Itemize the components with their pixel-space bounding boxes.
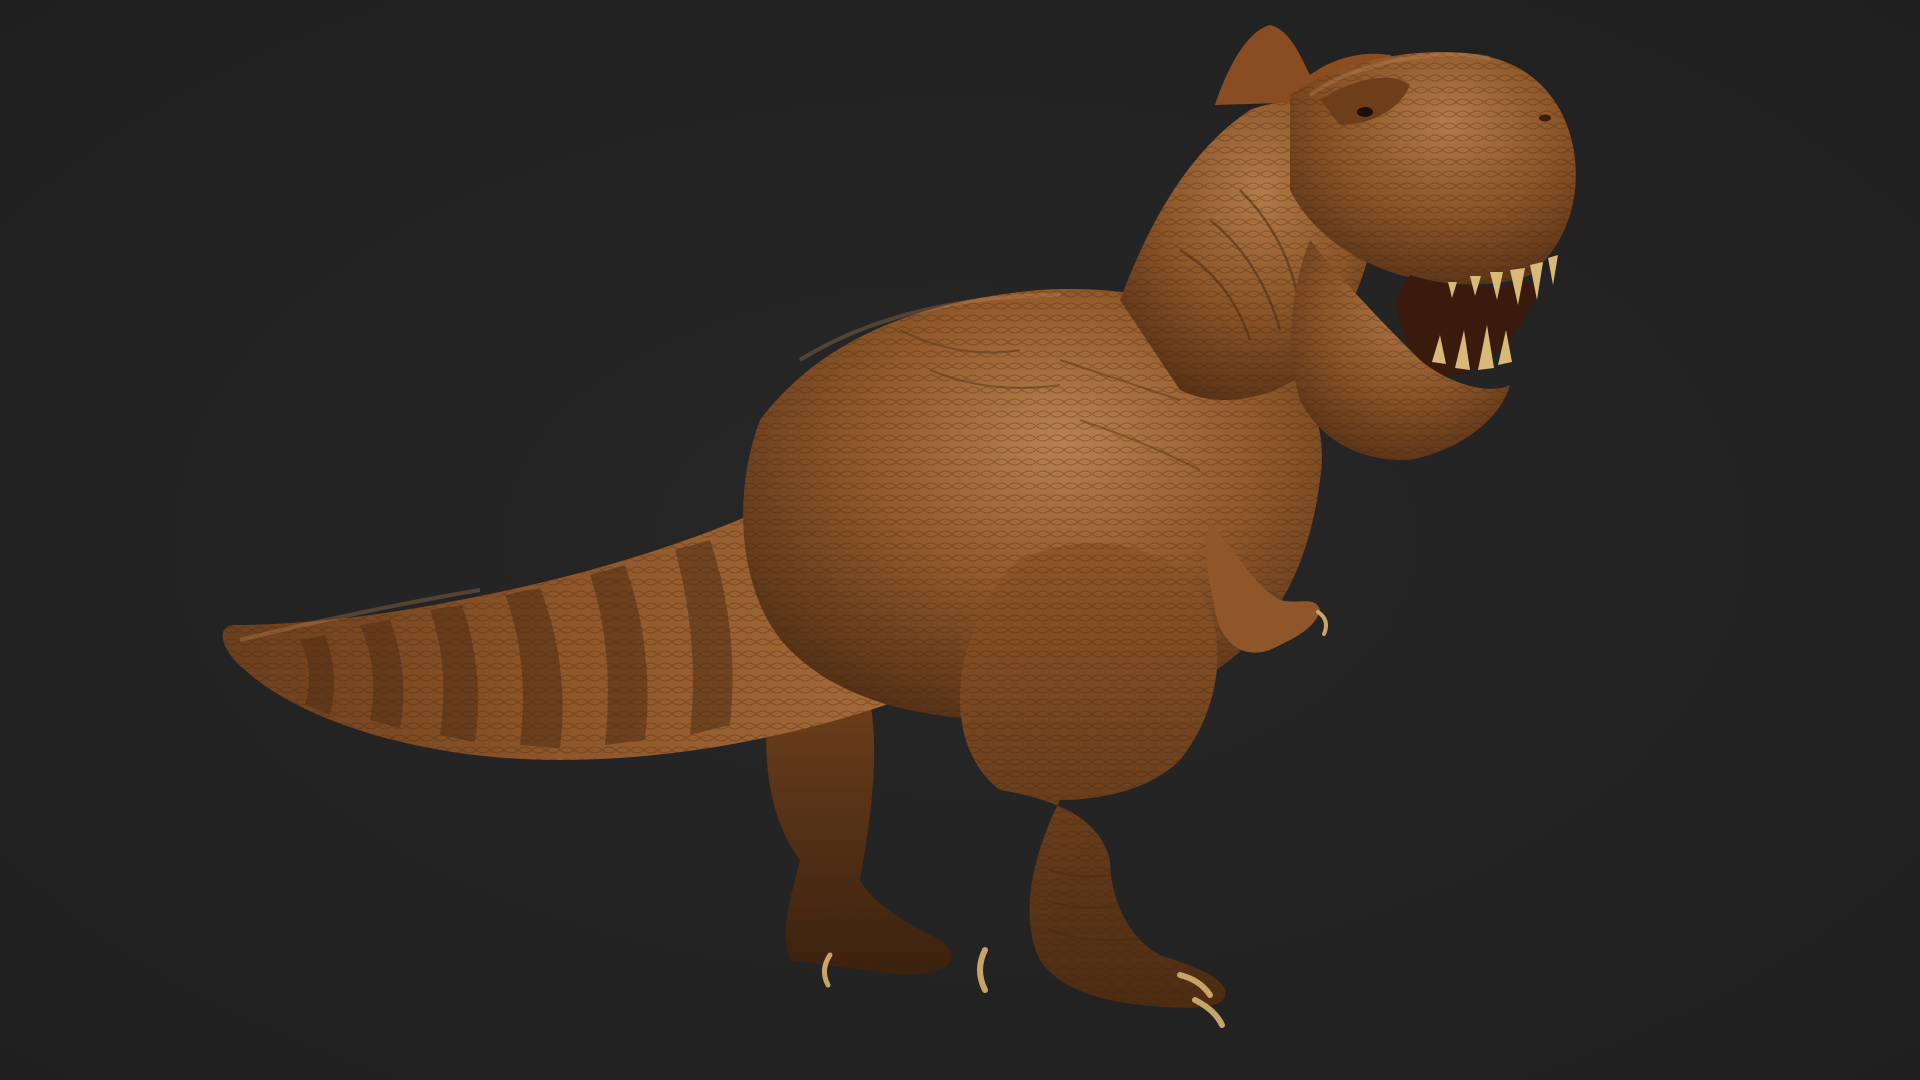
near-leg bbox=[960, 543, 1226, 1028]
far-leg bbox=[766, 690, 952, 988]
arm-claw bbox=[1316, 610, 1328, 636]
eye bbox=[1357, 107, 1373, 117]
nostril bbox=[1539, 114, 1551, 122]
far-foot-claw bbox=[822, 952, 833, 988]
render-viewport bbox=[0, 0, 1920, 1080]
t-rex-illustration bbox=[222, 25, 1576, 1028]
